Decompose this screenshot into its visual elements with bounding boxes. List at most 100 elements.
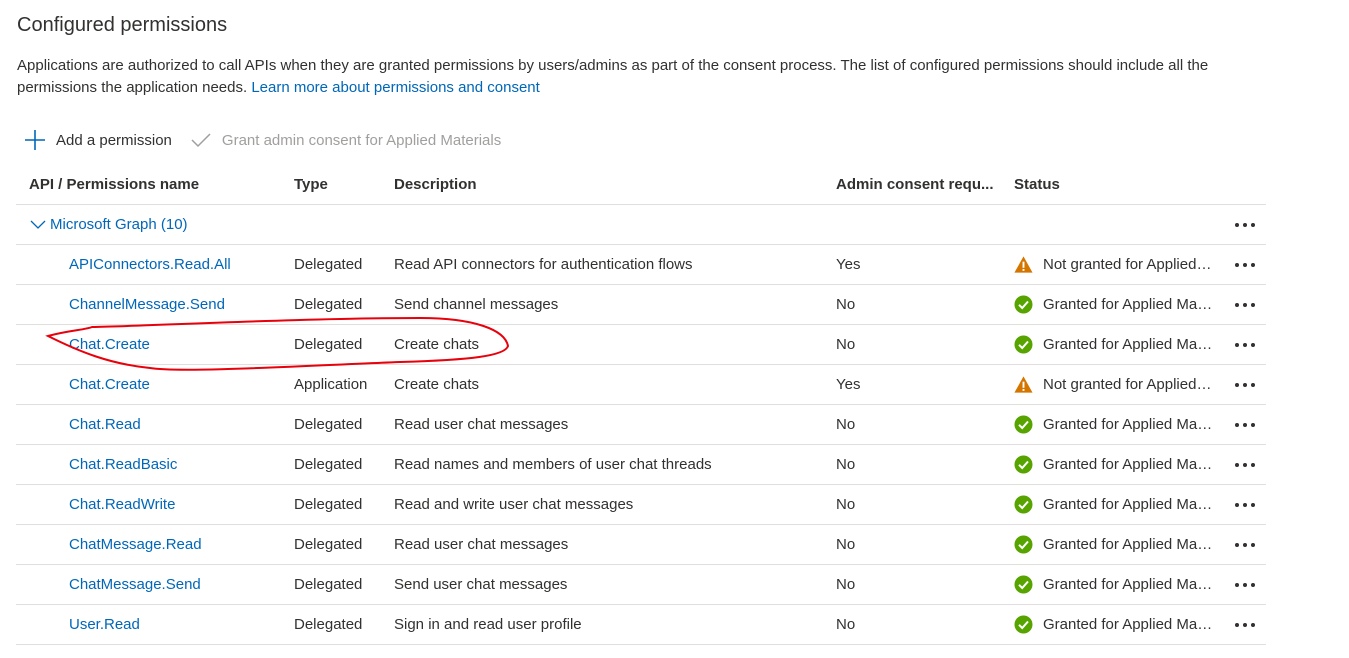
permission-description: Read API connectors for authentication f… [394, 256, 693, 273]
status-cell: Granted for Applied Materials [1014, 285, 1224, 324]
permission-type: Delegated [294, 416, 363, 433]
status-cell: Granted for Applied Materials [1014, 325, 1224, 364]
status-text: Not granted for Applied Materials [1043, 376, 1213, 393]
add-permission-label: Add a permission [56, 131, 172, 149]
permission-type: Delegated [294, 496, 363, 513]
more-dots-icon[interactable] [1234, 462, 1256, 468]
table-row: ChannelMessage.Send Delegated Send chann… [16, 285, 1266, 325]
permission-description: Send user chat messages [394, 576, 568, 593]
checkmark-icon [190, 129, 212, 151]
plus-icon [24, 129, 46, 151]
group-toggle[interactable]: Microsoft Graph (10) [29, 205, 289, 244]
status-text: Not granted for Applied Materials [1043, 256, 1213, 273]
permission-type: Application [294, 376, 368, 393]
row-more-button[interactable] [1228, 445, 1262, 484]
row-more-button[interactable] [1228, 605, 1262, 644]
check-circle-icon [1014, 295, 1033, 314]
admin-consent-required: No [836, 416, 856, 433]
more-dots-icon[interactable] [1234, 582, 1256, 588]
permission-name-link[interactable]: ChatMessage.Send [69, 576, 201, 593]
permission-description: Send channel messages [394, 296, 559, 313]
status-cell: Granted for Applied Materials [1014, 565, 1224, 604]
permission-description: Create chats [394, 336, 480, 353]
status-cell: Not granted for Applied Materials [1014, 245, 1224, 284]
permission-name-link[interactable]: ChatMessage.Read [69, 536, 202, 553]
status-text: Granted for Applied Materials [1043, 336, 1213, 353]
admin-consent-required: No [836, 496, 856, 513]
status-text: Granted for Applied Materials [1043, 536, 1213, 553]
check-circle-icon [1014, 335, 1033, 354]
table-row: APIConnectors.Read.All Delegated Read AP… [16, 245, 1266, 285]
more-dots-icon[interactable] [1234, 222, 1256, 228]
table-row: ChatMessage.Send Delegated Send user cha… [16, 565, 1266, 605]
permission-name-link[interactable]: Chat.Create [69, 376, 150, 393]
group-name[interactable]: Microsoft Graph (10) [50, 216, 188, 233]
row-more-button[interactable] [1228, 525, 1262, 564]
learn-more-link[interactable]: Learn more about permissions and consent [251, 79, 540, 96]
permission-name-link[interactable]: Chat.Create [69, 336, 150, 353]
row-more-button[interactable] [1228, 325, 1262, 364]
more-dots-icon[interactable] [1234, 422, 1256, 428]
group-more-button[interactable] [1228, 205, 1262, 244]
permission-type: Delegated [294, 616, 363, 633]
table-row: ChatMessage.Read Delegated Read user cha… [16, 525, 1266, 565]
status-cell: Granted for Applied Materials [1014, 485, 1224, 524]
table-row: Chat.Create Application Create chats Yes… [16, 365, 1266, 405]
table-row: Chat.ReadBasic Delegated Read names and … [16, 445, 1266, 485]
column-header-status[interactable]: Status [1014, 164, 1224, 204]
more-dots-icon[interactable] [1234, 382, 1256, 388]
permission-type: Delegated [294, 576, 363, 593]
row-more-button[interactable] [1228, 285, 1262, 324]
column-header-admin-consent[interactable]: Admin consent requ... [836, 164, 1008, 204]
description: Applications are authorized to call APIs… [17, 55, 1267, 99]
permission-name-link[interactable]: Chat.Read [69, 416, 141, 433]
chevron-down-icon[interactable] [29, 216, 47, 234]
status-text: Granted for Applied Materials [1043, 616, 1213, 633]
permission-description: Read names and members of user chat thre… [394, 456, 712, 473]
permission-description: Read user chat messages [394, 536, 569, 553]
row-more-button[interactable] [1228, 405, 1262, 444]
group-row-microsoft-graph[interactable]: Microsoft Graph (10) [16, 205, 1266, 245]
column-header-type[interactable]: Type [294, 164, 390, 204]
more-dots-icon[interactable] [1234, 342, 1256, 348]
grant-admin-consent-label: Grant admin consent for Applied Material… [221, 131, 502, 149]
row-more-button[interactable] [1228, 245, 1262, 284]
column-header-description[interactable]: Description [394, 164, 834, 204]
admin-consent-required: No [836, 296, 856, 313]
toolbar: Add a permission Grant admin consent for… [24, 126, 519, 154]
admin-consent-required: No [836, 336, 856, 353]
grant-admin-consent-button[interactable]: Grant admin consent for Applied Material… [190, 129, 501, 151]
permission-name-link[interactable]: Chat.ReadWrite [69, 496, 175, 513]
add-permission-button[interactable]: Add a permission [24, 129, 172, 151]
table-row: Chat.ReadWrite Delegated Read and write … [16, 485, 1266, 525]
configured-permissions-page: Configured permissions Applications are … [0, 0, 1349, 658]
check-circle-icon [1014, 615, 1033, 634]
column-header-name[interactable]: API / Permissions name [29, 164, 289, 204]
status-text: Granted for Applied Materials [1043, 576, 1213, 593]
permission-name-link[interactable]: ChannelMessage.Send [69, 296, 225, 313]
check-circle-icon [1014, 415, 1033, 434]
permission-name-link[interactable]: APIConnectors.Read.All [69, 256, 231, 273]
permission-type: Delegated [294, 336, 363, 353]
description-text: Applications are authorized to call APIs… [17, 57, 1209, 96]
status-text: Granted for Applied Materials [1043, 496, 1213, 513]
status-text: Granted for Applied Materials [1043, 456, 1213, 473]
status-cell: Granted for Applied Materials [1014, 525, 1224, 564]
permission-rows: APIConnectors.Read.All Delegated Read AP… [16, 245, 1266, 645]
check-circle-icon [1014, 455, 1033, 474]
admin-consent-required: No [836, 576, 856, 593]
admin-consent-required: Yes [836, 376, 861, 393]
row-more-button[interactable] [1228, 485, 1262, 524]
more-dots-icon[interactable] [1234, 622, 1256, 628]
more-dots-icon[interactable] [1234, 302, 1256, 308]
warning-triangle-icon [1014, 255, 1033, 274]
more-dots-icon[interactable] [1234, 502, 1256, 508]
permission-description: Create chats [394, 376, 480, 393]
permission-name-link[interactable]: Chat.ReadBasic [69, 456, 177, 473]
more-dots-icon[interactable] [1234, 262, 1256, 268]
permission-name-link[interactable]: User.Read [69, 616, 140, 633]
row-more-button[interactable] [1228, 565, 1262, 604]
more-dots-icon[interactable] [1234, 542, 1256, 548]
row-more-button[interactable] [1228, 365, 1262, 404]
status-cell: Not granted for Applied Materials [1014, 365, 1224, 404]
